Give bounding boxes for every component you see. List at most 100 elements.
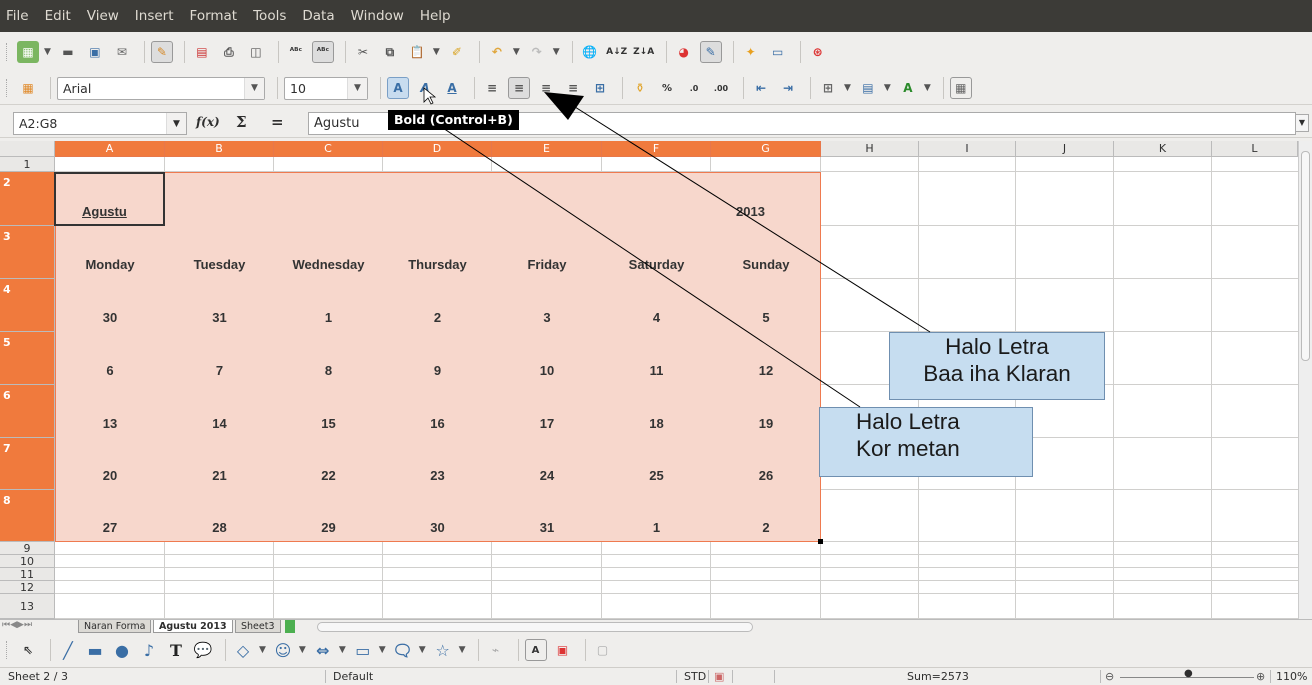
zoom-level[interactable]: 110% [1276, 670, 1307, 683]
row-header-4[interactable]: 4 [0, 279, 55, 332]
undo-dropdown-icon[interactable]: ▼ [513, 47, 520, 57]
callout-icon[interactable]: 💬 [192, 639, 214, 661]
copy-icon[interactable]: ⧉ [379, 41, 401, 63]
help-icon[interactable]: ⊛ [807, 41, 829, 63]
paste-dropdown-icon[interactable]: ▼ [433, 47, 440, 57]
sort-descending-icon[interactable]: Z↓A [633, 41, 655, 63]
edit-file-icon[interactable]: ✎ [150, 41, 173, 63]
new-document-icon[interactable]: ▦ [17, 41, 39, 63]
redo-dropdown-icon[interactable]: ▼ [553, 47, 560, 57]
arrows-dropdown-icon[interactable]: ▼ [339, 645, 346, 655]
paste-icon[interactable]: 📋 [406, 41, 428, 63]
extrusion-icon[interactable]: ▢ [592, 639, 614, 661]
cell-date[interactable]: 19 [711, 416, 821, 431]
decrease-indent-icon[interactable]: ⇤ [750, 77, 772, 99]
cell-day-monday[interactable]: Monday [55, 257, 165, 272]
cell-date[interactable]: 21 [165, 468, 274, 483]
increase-indent-icon[interactable]: ⇥ [777, 77, 799, 99]
column-header-e[interactable]: E [492, 141, 602, 157]
cell-date[interactable]: 23 [383, 468, 492, 483]
zoom-slider-thumb[interactable]: ● [1184, 668, 1193, 679]
toggle-grid-icon[interactable]: ▦ [949, 77, 972, 99]
cell-date[interactable]: 7 [165, 363, 274, 378]
cell-date[interactable]: 14 [165, 416, 274, 431]
cell-date[interactable]: 30 [55, 310, 165, 325]
cell-day-friday[interactable]: Friday [492, 257, 602, 272]
basic-shapes-icon[interactable]: ◇ [232, 639, 254, 661]
add-decimal-icon[interactable]: .0 [683, 77, 705, 99]
cell-date[interactable]: 29 [274, 520, 383, 535]
cell-date[interactable]: 27 [55, 520, 165, 535]
cell-day-tuesday[interactable]: Tuesday [165, 257, 274, 272]
rectangle-icon[interactable]: ▬ [84, 639, 106, 661]
row-header-13[interactable]: 13 [0, 594, 55, 619]
chevron-down-icon[interactable]: ▼ [347, 77, 367, 99]
column-header-c[interactable]: C [274, 141, 383, 157]
cut-icon[interactable]: ✂ [352, 41, 374, 63]
block-arrows-icon[interactable]: ⇔ [312, 639, 334, 661]
styles-icon[interactable]: ▦ [17, 77, 39, 99]
delete-decimal-icon[interactable]: .00 [710, 77, 732, 99]
column-header-h[interactable]: H [821, 141, 919, 157]
cell-day-sunday[interactable]: Sunday [711, 257, 821, 272]
open-icon[interactable]: ▬ [57, 41, 79, 63]
cell-date[interactable]: 10 [492, 363, 602, 378]
active-cell[interactable] [54, 172, 165, 226]
cell-date[interactable]: 1 [602, 520, 711, 535]
symbol-dropdown-icon[interactable]: ▼ [299, 645, 306, 655]
row-header-3[interactable]: 3 [0, 226, 55, 279]
spellcheck-icon[interactable]: ᴬᴮᶜ [285, 41, 307, 63]
draw-functions-icon[interactable]: ✎ [699, 41, 722, 63]
ellipse-icon[interactable]: ● [111, 639, 133, 661]
autospellcheck-icon[interactable]: ᴬᴮᶜ [311, 41, 334, 63]
callouts-dropdown-icon[interactable]: ▼ [419, 645, 426, 655]
cell-date[interactable]: 30 [383, 520, 492, 535]
cell-date[interactable]: 11 [602, 363, 711, 378]
currency-format-icon[interactable]: ⚱ [629, 77, 651, 99]
horizontal-scrollbar[interactable] [317, 622, 753, 632]
cell-date[interactable]: 15 [274, 416, 383, 431]
stars-icon[interactable]: ☆ [432, 639, 454, 661]
flowchart-icon[interactable]: ▭ [352, 639, 374, 661]
cell-date[interactable]: 22 [274, 468, 383, 483]
text-icon[interactable]: T [165, 639, 187, 661]
tab-agustu-2013[interactable]: Agustu 2013 [153, 620, 233, 633]
cell-date[interactable]: 5 [711, 310, 821, 325]
background-dropdown-icon[interactable]: ▼ [884, 83, 891, 93]
sort-ascending-icon[interactable]: A↓Z [606, 41, 628, 63]
cell-date[interactable]: 16 [383, 416, 492, 431]
merge-cells-icon[interactable]: ⊞ [589, 77, 611, 99]
new-dropdown-icon[interactable]: ▼ [44, 47, 51, 57]
select-arrow-icon[interactable]: ⇖ [17, 639, 39, 661]
cell-date[interactable]: 13 [55, 416, 165, 431]
row-header-9[interactable]: 9 [0, 542, 55, 555]
expand-formula-icon[interactable]: ▼ [1295, 114, 1309, 132]
shapes-dropdown-icon[interactable]: ▼ [259, 645, 266, 655]
cell-year[interactable]: 2013 [711, 204, 821, 219]
export-pdf-icon[interactable]: ▤ [191, 41, 213, 63]
freeform-icon[interactable]: ♪ [138, 639, 160, 661]
menu-insert[interactable]: Insert [135, 8, 174, 24]
menu-window[interactable]: Window [351, 8, 404, 24]
row-header-7[interactable]: 7 [0, 438, 55, 490]
cell-date[interactable]: 24 [492, 468, 602, 483]
cell-date[interactable]: 4 [602, 310, 711, 325]
cell-day-wednesday[interactable]: Wednesday [274, 257, 383, 272]
name-box[interactable]: A2:G8 ▼ [13, 112, 187, 135]
menu-data[interactable]: Data [302, 8, 334, 24]
flowchart-dropdown-icon[interactable]: ▼ [379, 645, 386, 655]
undo-icon[interactable]: ↶ [486, 41, 508, 63]
hyperlink-icon[interactable]: 🌐 [579, 41, 601, 63]
page-style[interactable]: Default [333, 670, 373, 683]
email-icon[interactable]: ✉ [111, 41, 133, 63]
menu-file[interactable]: File [6, 8, 29, 24]
borders-icon[interactable]: ⊞ [817, 77, 839, 99]
row-header-1[interactable]: 1 [0, 157, 55, 172]
zoom-out-icon[interactable]: ⊖ [1105, 670, 1114, 683]
menu-format[interactable]: Format [190, 8, 238, 24]
row-header-12[interactable]: 12 [0, 581, 55, 594]
vertical-scroll-thumb[interactable] [1301, 151, 1310, 361]
menu-help[interactable]: Help [420, 8, 451, 24]
print-icon[interactable]: ⎙ [218, 41, 240, 63]
column-header-f[interactable]: F [602, 141, 711, 157]
